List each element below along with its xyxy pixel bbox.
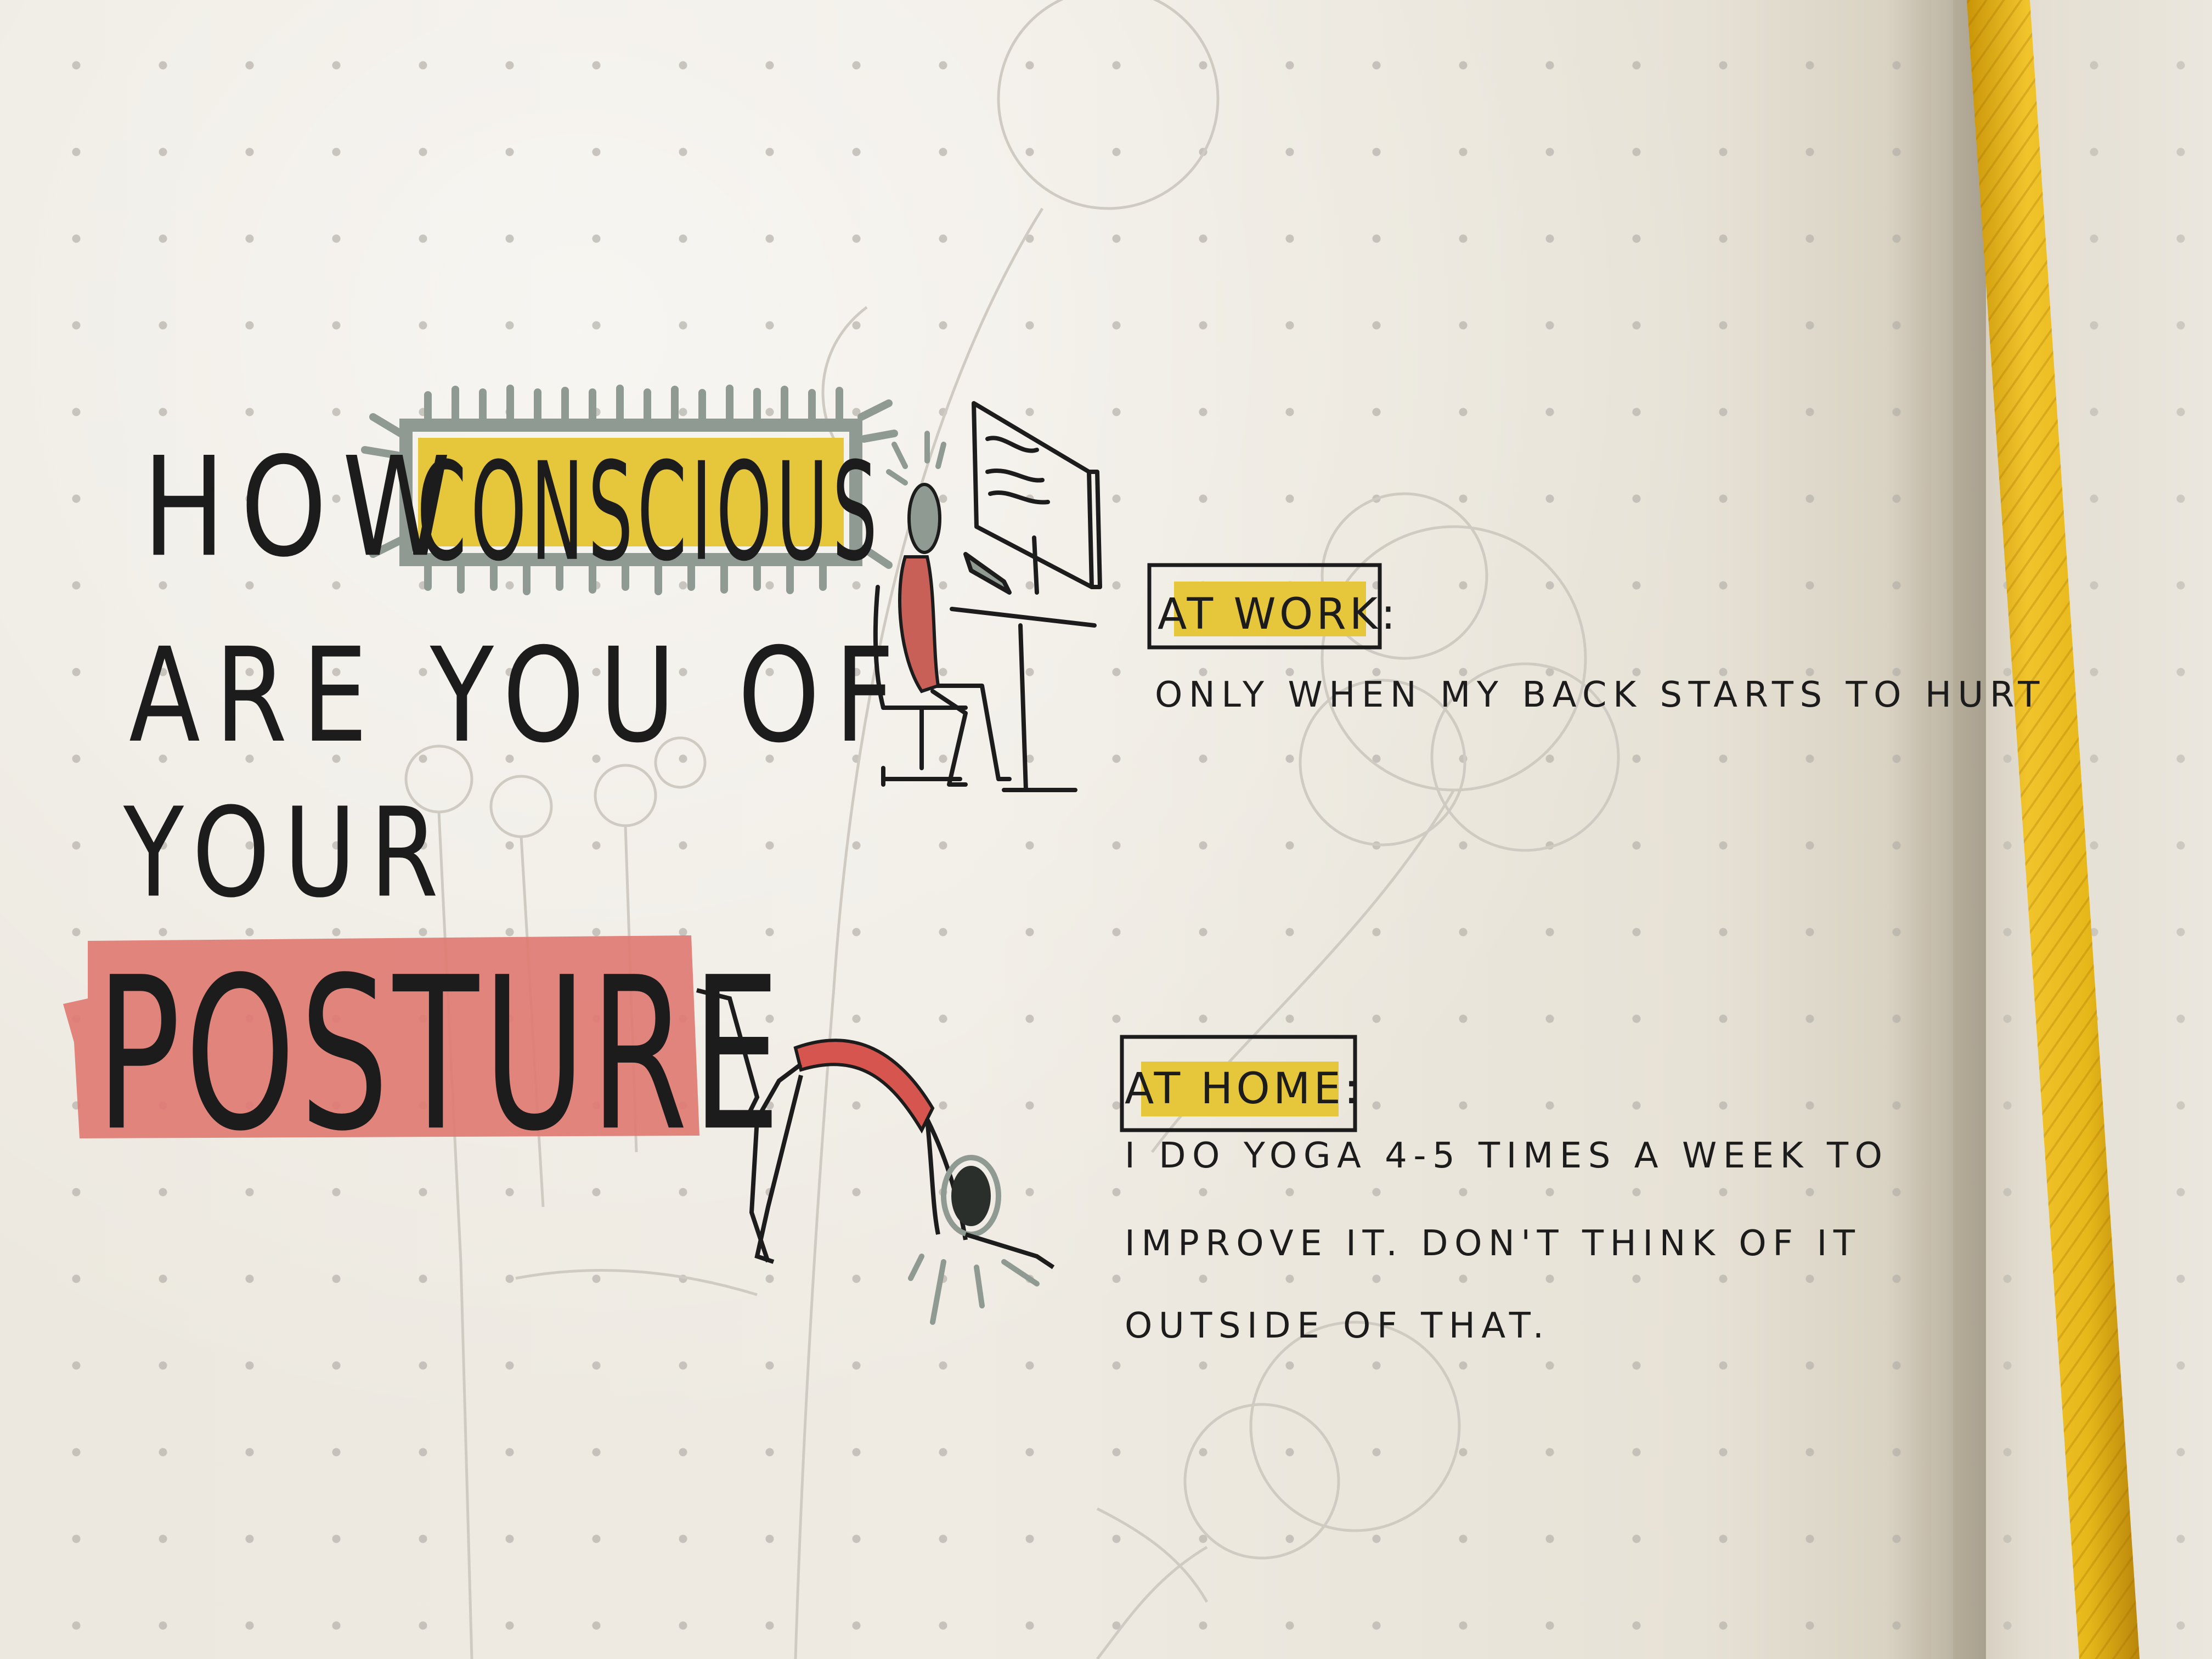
title-word-posture: POSTURE (96, 933, 785, 1178)
title-line-are-you-of: ARE YOU OF (129, 620, 909, 772)
title-line-your: YOUR (123, 782, 453, 926)
at-work-note: ONLY WHEN MY BACK STARTS TO HURT (1155, 675, 2046, 715)
at-work-label: AT WORK: (1158, 590, 1399, 639)
title-word-conscious: CONSCIOUS (417, 433, 882, 591)
journal-photo: HOW CONSCIOUS ARE YOU OF YOUR POSTURE AT… (0, 0, 2212, 1659)
at-home-note-line-2: IMPROVE IT. DON'T THINK OF IT (1125, 1223, 1861, 1264)
at-home-note-line-1: I DO YOGA 4-5 TIMES A WEEK TO (1125, 1136, 1889, 1176)
at-home-note-line-3: OUTSIDE OF THAT. (1125, 1306, 1550, 1346)
at-home-label: AT HOME: (1125, 1064, 1362, 1114)
